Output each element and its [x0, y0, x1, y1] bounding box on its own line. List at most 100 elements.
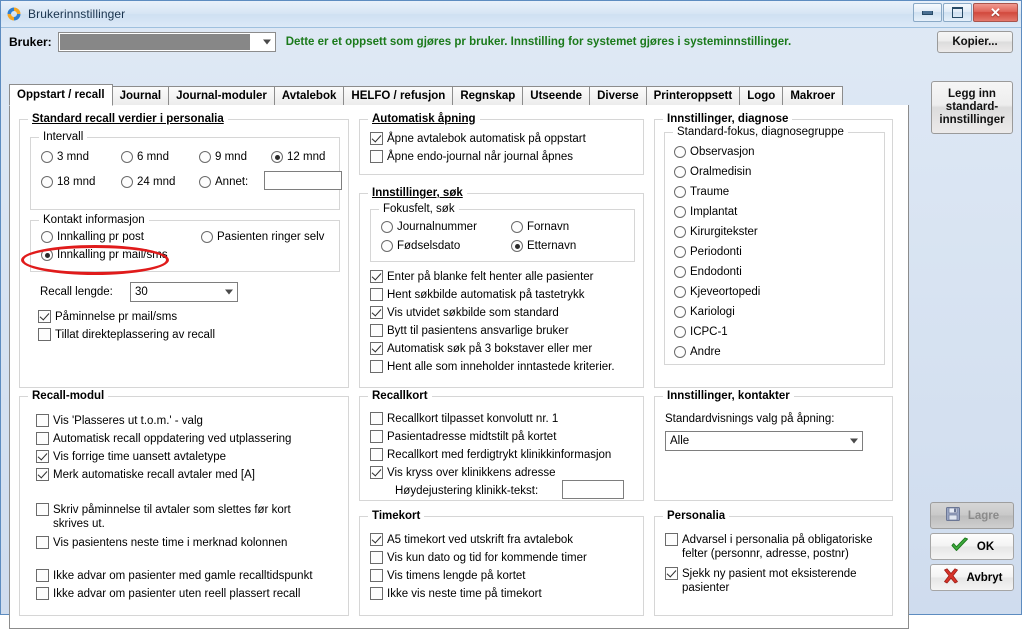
checkbox-ikke-advar-gamle-recall[interactable]: Ikke advar om pasienter med gamle recall…	[36, 569, 313, 583]
checkbox-merk-automatiske-recall[interactable]: Merk automatiske recall avtaler med [A]	[36, 468, 255, 482]
checkbox-paminnelse-mail-sms[interactable]: Påminnelse pr mail/sms	[38, 310, 177, 324]
checkbox-advarsel-obligatoriske-felter[interactable]: Advarsel i personalia på obligatoriske f…	[665, 533, 880, 561]
checkbox-enter-blanke-felt[interactable]: Enter på blanke felt henter alle pasient…	[370, 270, 594, 284]
tab-printeroppsett[interactable]: Printeroppsett	[645, 86, 741, 105]
minimize-button[interactable]	[913, 3, 942, 22]
tab-oppstart-recall[interactable]: Oppstart / recall	[9, 84, 113, 106]
radio-journalnummer[interactable]: Journalnummer	[381, 220, 477, 234]
radio-oralmedisin[interactable]: Oralmedisin	[674, 165, 751, 179]
checkbox-indicator	[370, 533, 383, 546]
tab-journal-moduler[interactable]: Journal-moduler	[168, 86, 275, 105]
checkbox-indicator	[665, 567, 678, 580]
checkbox-indicator	[38, 328, 51, 341]
radio-kariologi[interactable]: Kariologi	[674, 305, 735, 319]
checkbox-a5-timekort[interactable]: A5 timekort ved utskrift fra avtalebok	[370, 533, 573, 547]
bruker-select[interactable]	[57, 32, 276, 52]
tab-journal[interactable]: Journal	[111, 86, 170, 105]
checkbox-apne-avtalebok-oppstart[interactable]: Åpne avtalebok automatisk på oppstart	[370, 132, 586, 146]
maximize-button[interactable]	[943, 3, 972, 22]
radio-implantat[interactable]: Implantat	[674, 205, 737, 219]
ok-button[interactable]: OK	[930, 533, 1014, 560]
radio-innkalling-pr-mail-sms[interactable]: Innkalling pr mail/sms	[41, 248, 168, 262]
checkbox-vis-kun-dato-tid[interactable]: Vis kun dato og tid for kommende timer	[370, 551, 587, 565]
radio-fodselsdato[interactable]: Fødselsdato	[381, 239, 460, 253]
checkbox-vis-neste-time-merknad[interactable]: Vis pasientens neste time i merknad kolo…	[36, 536, 287, 550]
tab-avtalebok[interactable]: Avtalebok	[273, 86, 345, 105]
radio-fornavn[interactable]: Fornavn	[511, 220, 569, 234]
lagre-button[interactable]: Lagre	[930, 502, 1014, 529]
radio-kjeveortopedi[interactable]: Kjeveortopedi	[674, 285, 760, 299]
checkbox-vis-plasseres-ut[interactable]: Vis 'Plasseres ut t.o.m.' - valg	[36, 414, 203, 428]
radio-indicator	[41, 151, 53, 163]
radio-indicator	[41, 231, 53, 243]
radio-9-mnd[interactable]: 9 mnd	[199, 150, 247, 164]
checkbox-skriv-paminnelse[interactable]: Skriv påminnelse til avtaler som slettes…	[36, 503, 326, 531]
checkbox-vis-kryss-adresse[interactable]: Vis kryss over klinikkens adresse	[370, 466, 556, 480]
radio-traume[interactable]: Traume	[674, 185, 729, 199]
checkbox-apne-endo-journal[interactable]: Åpne endo-journal når journal åpnes	[370, 150, 573, 164]
checkbox-indicator	[36, 536, 49, 549]
radio-pasienten-ringer-selv[interactable]: Pasienten ringer selv	[201, 230, 324, 244]
radio-label: Kariologi	[690, 306, 735, 318]
checkbox-vis-timens-lengde[interactable]: Vis timens lengde på kortet	[370, 569, 526, 583]
save-icon	[945, 506, 961, 525]
radio-indicator	[199, 176, 211, 188]
tab-label: Oppstart / recall	[17, 89, 105, 101]
checkbox-recallkort-ferdigtrykt[interactable]: Recallkort med ferdigtrykt klinikkinform…	[370, 448, 611, 462]
checkbox-automatisk-recall-oppdatering[interactable]: Automatisk recall oppdatering ved utplas…	[36, 432, 291, 446]
radio-label: 3 mnd	[57, 151, 89, 163]
tab-label: Avtalebok	[281, 90, 337, 102]
radio-innkalling-pr-post[interactable]: Innkalling pr post	[41, 230, 144, 244]
radio-endodonti[interactable]: Endodonti	[674, 265, 742, 279]
hoydejustering-input[interactable]	[562, 480, 624, 499]
tab-diverse[interactable]: Diverse	[589, 86, 647, 105]
tab-label: Printeroppsett	[653, 90, 733, 102]
checkbox-recallkort-konvolutt[interactable]: Recallkort tilpasset konvolutt nr. 1	[370, 412, 558, 426]
radio-andre[interactable]: Andre	[674, 345, 721, 359]
radio-24-mnd[interactable]: 24 mnd	[121, 175, 175, 189]
close-button[interactable]: ✕	[973, 3, 1018, 22]
radio-label: ICPC-1	[690, 326, 728, 338]
tab-regnskap[interactable]: Regnskap	[452, 86, 524, 105]
radio-label: 12 mnd	[287, 151, 326, 163]
radio-periodonti[interactable]: Periodonti	[674, 245, 742, 259]
radio-annet[interactable]: Annet:	[199, 175, 248, 189]
checkbox-bytt-ansvarlig-bruker[interactable]: Bytt til pasientens ansvarlige bruker	[370, 324, 569, 338]
radio-3-mnd[interactable]: 3 mnd	[41, 150, 89, 164]
chevron-down-icon	[850, 438, 858, 444]
tab-utseende[interactable]: Utseende	[522, 86, 591, 105]
checkbox-vis-utvidet-sokbilde[interactable]: Vis utvidet søkbilde som standard	[370, 306, 559, 320]
tab-makroer[interactable]: Makroer	[782, 86, 844, 105]
checkbox-pasientadresse-midtstilt[interactable]: Pasientadresse midtstilt på kortet	[370, 430, 556, 444]
radio-18-mnd[interactable]: 18 mnd	[41, 175, 95, 189]
chevron-down-icon	[262, 39, 271, 45]
tab-helfo-refusjon[interactable]: HELFO / refusjon	[343, 86, 454, 105]
checkbox-automatisk-sok-3-bokstaver[interactable]: Automatisk søk på 3 bokstaver eller mer	[370, 342, 592, 356]
checkbox-ikke-advar-uten-recall[interactable]: Ikke advar om pasienter uten reell plass…	[36, 587, 300, 601]
checkbox-vis-forrige-time[interactable]: Vis forrige time uansett avtaletype	[36, 450, 226, 464]
radio-6-mnd[interactable]: 6 mnd	[121, 150, 169, 164]
checkbox-hent-sokbilde-tastetrykk[interactable]: Hent søkbilde automatisk på tastetrykk	[370, 288, 585, 302]
recall-lengde-select[interactable]: 30	[130, 282, 238, 302]
standardvisning-select[interactable]: Alle	[665, 431, 863, 451]
radio-12-mnd[interactable]: 12 mnd	[271, 150, 325, 164]
tab-logo[interactable]: Logo	[739, 86, 784, 105]
checkbox-tillat-direkteplassering[interactable]: Tillat direkteplassering av recall	[38, 328, 215, 342]
checkbox-label: Hent alle som inneholder inntastede krit…	[387, 361, 615, 373]
radio-observasjon[interactable]: Observasjon	[674, 145, 755, 159]
radio-kirurgitekster[interactable]: Kirurgitekster	[674, 225, 758, 239]
kopier-label: Kopier...	[952, 35, 998, 48]
legg-inn-standardinnstillinger-button[interactable]: Legg inn standard-innstillinger	[931, 81, 1013, 134]
checkbox-sjekk-ny-pasient[interactable]: Sjekk ny pasient mot eksisterende pasien…	[665, 567, 880, 595]
radio-etternavn[interactable]: Etternavn	[511, 239, 576, 253]
checkbox-indicator	[370, 306, 383, 319]
group-title: Recall-modul	[28, 390, 109, 402]
annet-input[interactable]	[264, 171, 342, 190]
title-bar: Brukerinnstillinger ✕	[1, 1, 1021, 28]
checkbox-hent-alle-inneholder[interactable]: Hent alle som inneholder inntastede krit…	[370, 360, 615, 374]
radio-icpc-1[interactable]: ICPC-1	[674, 325, 728, 339]
avbryt-button[interactable]: Avbryt	[930, 564, 1014, 591]
checkbox-label: Ikke vis neste time på timekort	[387, 588, 542, 600]
kopier-button[interactable]: Kopier...	[937, 31, 1013, 53]
checkbox-ikke-vis-neste-time[interactable]: Ikke vis neste time på timekort	[370, 587, 542, 601]
